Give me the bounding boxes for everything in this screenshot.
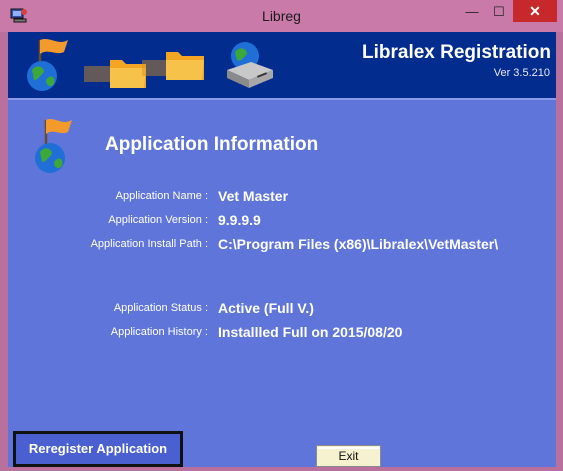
folder-icon: [84, 60, 146, 88]
maximize-button[interactable]: ☐: [485, 0, 513, 24]
title-bar[interactable]: Libreg — ☐ ✕: [0, 0, 563, 32]
field-value: 9.9.9.9: [218, 212, 261, 228]
field-application-status: Application Status : Active (Full V.): [8, 300, 556, 318]
field-label: Application History :: [110, 326, 208, 338]
field-value: C:\Program Files (x86)\Libralex\VetMaste…: [218, 236, 499, 252]
server-icon: [227, 42, 273, 88]
field-label: Application Status :: [113, 302, 208, 314]
minimize-button[interactable]: —: [458, 0, 486, 24]
field-application-history: Application History : Installled Full on…: [8, 324, 556, 342]
folder-icon: [142, 52, 204, 80]
field-value: Vet Master: [218, 188, 289, 204]
field-label: Application Name :: [115, 190, 208, 202]
libreg-window: Libreg — ☐ ✕ Libralex Registration Ver 3…: [0, 0, 563, 471]
banner: Libralex Registration Ver 3.5.210: [8, 32, 556, 98]
client-area: Libralex Registration Ver 3.5.210 Applic…: [8, 32, 556, 467]
field-value: Installled Full on 2015/08/20: [218, 324, 403, 340]
globe-flag-icon: [35, 119, 72, 173]
reregister-application-button[interactable]: Reregister Application: [13, 431, 183, 467]
banner-version: Ver 3.5.210: [493, 67, 550, 79]
banner-title: Libralex Registration: [362, 42, 551, 63]
exit-button[interactable]: Exit: [316, 445, 381, 467]
field-application-version: Application Version : 9.9.9.9: [8, 212, 556, 230]
close-button[interactable]: ✕: [513, 0, 557, 22]
banner-divider: [8, 98, 556, 100]
field-application-name: Application Name : Vet Master: [8, 188, 556, 206]
section-title: Application Information: [105, 134, 319, 155]
field-value: Active (Full V.): [218, 300, 314, 316]
globe-flag-icon: [27, 39, 68, 91]
field-install-path: Application Install Path : C:\Program Fi…: [8, 236, 556, 254]
field-label: Application Version :: [108, 214, 208, 226]
field-label: Application Install Path :: [90, 238, 208, 250]
